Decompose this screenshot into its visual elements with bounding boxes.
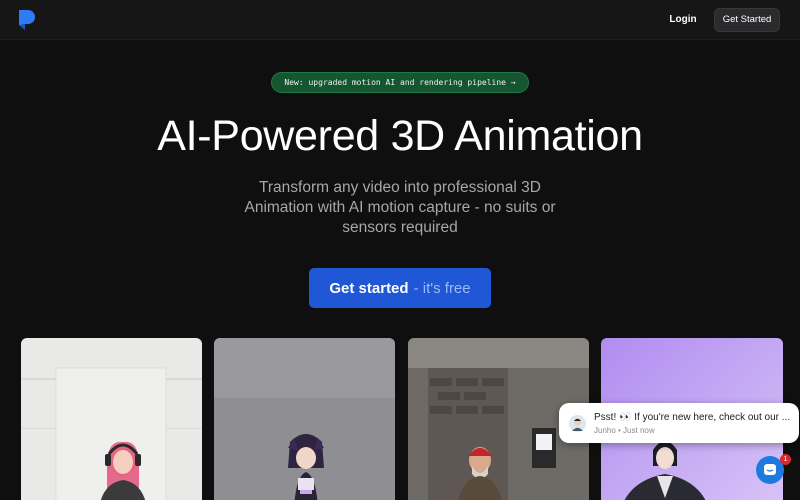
toast-meta: Junho • Just now bbox=[594, 426, 655, 435]
cta-main-label: Get started bbox=[329, 279, 409, 297]
hero-title: AI-Powered 3D Animation bbox=[157, 112, 643, 160]
toast-message: Psst! 👀 If you're new here, check out ou… bbox=[594, 412, 791, 423]
demo-video-thumbnail-2 bbox=[214, 338, 395, 500]
chat-message-toast[interactable]: Psst! 👀 If you're new here, check out ou… bbox=[559, 403, 799, 443]
brand-logo-icon[interactable] bbox=[18, 9, 36, 31]
top-navbar: Login Get Started bbox=[0, 0, 800, 40]
demo-video-thumbnail-1 bbox=[21, 338, 202, 500]
announcement-pill[interactable]: New: upgraded motion AI and rendering pi… bbox=[271, 72, 529, 93]
get-started-cta-button[interactable]: Get started - it's free bbox=[309, 268, 491, 308]
cta-sub-label: - it's free bbox=[413, 279, 471, 297]
demo-video-card-1[interactable] bbox=[21, 338, 202, 500]
get-started-nav-button[interactable]: Get Started bbox=[714, 8, 780, 32]
unread-badge: 1 bbox=[780, 454, 791, 465]
demo-video-card-2[interactable] bbox=[214, 338, 395, 500]
hero-subtitle: Transform any video into professional 3D… bbox=[244, 179, 556, 236]
agent-avatar bbox=[569, 415, 586, 432]
login-link[interactable]: Login bbox=[660, 10, 706, 30]
